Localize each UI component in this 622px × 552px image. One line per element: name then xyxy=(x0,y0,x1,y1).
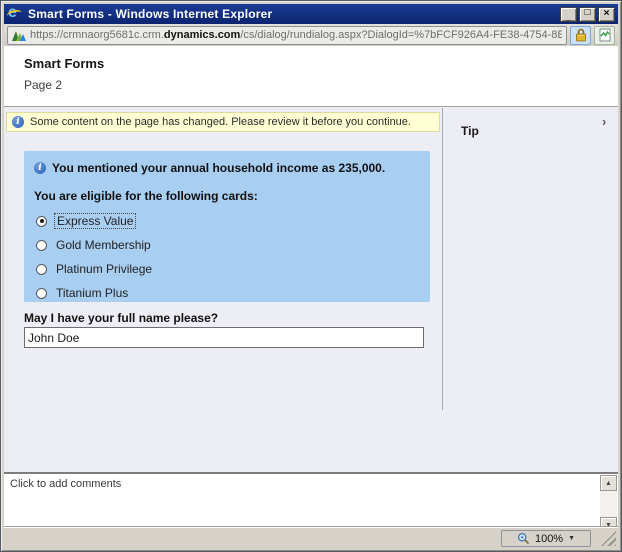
url-text: https://crmnaorg5681c.crm.dynamics.com/c… xyxy=(30,29,562,41)
window-title: Smart Forms - Windows Internet Explorer xyxy=(28,7,560,21)
tip-panel-divider xyxy=(442,108,443,410)
eligibility-info-box: i You mentioned your annual household in… xyxy=(24,151,430,302)
change-notification: i Some content on the page has changed. … xyxy=(6,112,440,132)
dialog-content: i Some content on the page has changed. … xyxy=(4,108,618,410)
radio-label[interactable]: Gold Membership xyxy=(54,238,153,252)
dialog-document: Smart Forms Page 2 i Some content on the… xyxy=(4,46,618,527)
radio-option-express-value[interactable]: Express Value xyxy=(36,213,420,229)
info-icon: i xyxy=(34,162,46,174)
radio-option-platinum-privilege[interactable]: Platinum Privilege xyxy=(36,261,420,277)
dialog-header: Smart Forms Page 2 xyxy=(4,46,618,107)
radio-button-selected[interactable] xyxy=(36,216,47,227)
radio-option-titanium-plus[interactable]: Titanium Plus xyxy=(36,285,420,301)
radio-button[interactable] xyxy=(36,288,47,299)
close-button[interactable]: × xyxy=(598,7,615,22)
info-icon: i xyxy=(12,116,24,128)
comments-scrollbar[interactable]: ▲ ▼ xyxy=(600,475,617,533)
internet-explorer-icon: e xyxy=(7,6,24,22)
full-name-question: May I have your full name please? xyxy=(24,311,218,325)
dialog-title: Smart Forms xyxy=(24,56,618,71)
radio-button[interactable] xyxy=(36,264,47,275)
url-field[interactable]: https://crmnaorg5681c.crm.dynamics.com/c… xyxy=(7,26,567,45)
full-name-input[interactable] xyxy=(24,327,424,348)
compatibility-view-icon[interactable] xyxy=(594,26,615,45)
zoom-control[interactable]: 100% ▼ xyxy=(501,530,591,547)
magnifier-zoom-icon xyxy=(517,532,530,545)
radio-label[interactable]: Express Value xyxy=(54,213,136,229)
chevron-down-icon: ▼ xyxy=(568,535,575,542)
resize-grip[interactable] xyxy=(601,531,616,546)
radio-label[interactable]: Platinum Privilege xyxy=(54,262,154,276)
income-note: You mentioned your annual household inco… xyxy=(52,161,385,175)
minimize-button[interactable]: _ xyxy=(560,7,577,22)
radio-option-gold-membership[interactable]: Gold Membership xyxy=(36,237,420,253)
title-bar: e Smart Forms - Windows Internet Explore… xyxy=(4,4,618,24)
dynamics-crm-icon xyxy=(12,29,26,41)
browser-window: e Smart Forms - Windows Internet Explore… xyxy=(0,0,622,552)
security-lock-icon[interactable] xyxy=(570,26,591,45)
radio-label[interactable]: Titanium Plus xyxy=(54,286,130,300)
scroll-up-icon[interactable]: ▲ xyxy=(600,475,617,491)
page-indicator: Page 2 xyxy=(24,78,618,92)
eligible-label: You are eligible for the following cards… xyxy=(34,189,420,203)
zoom-level: 100% xyxy=(535,533,563,545)
chevron-right-icon[interactable]: › xyxy=(602,114,606,129)
tip-panel-title: Tip xyxy=(461,124,479,138)
radio-button[interactable] xyxy=(36,240,47,251)
status-bar: 100% ▼ xyxy=(4,527,618,548)
comments-placeholder: Click to add comments xyxy=(10,478,121,490)
maximize-button[interactable]: □ xyxy=(579,7,596,22)
notification-text: Some content on the page has changed. Pl… xyxy=(30,116,411,128)
address-bar: https://crmnaorg5681c.crm.dynamics.com/c… xyxy=(4,24,618,46)
